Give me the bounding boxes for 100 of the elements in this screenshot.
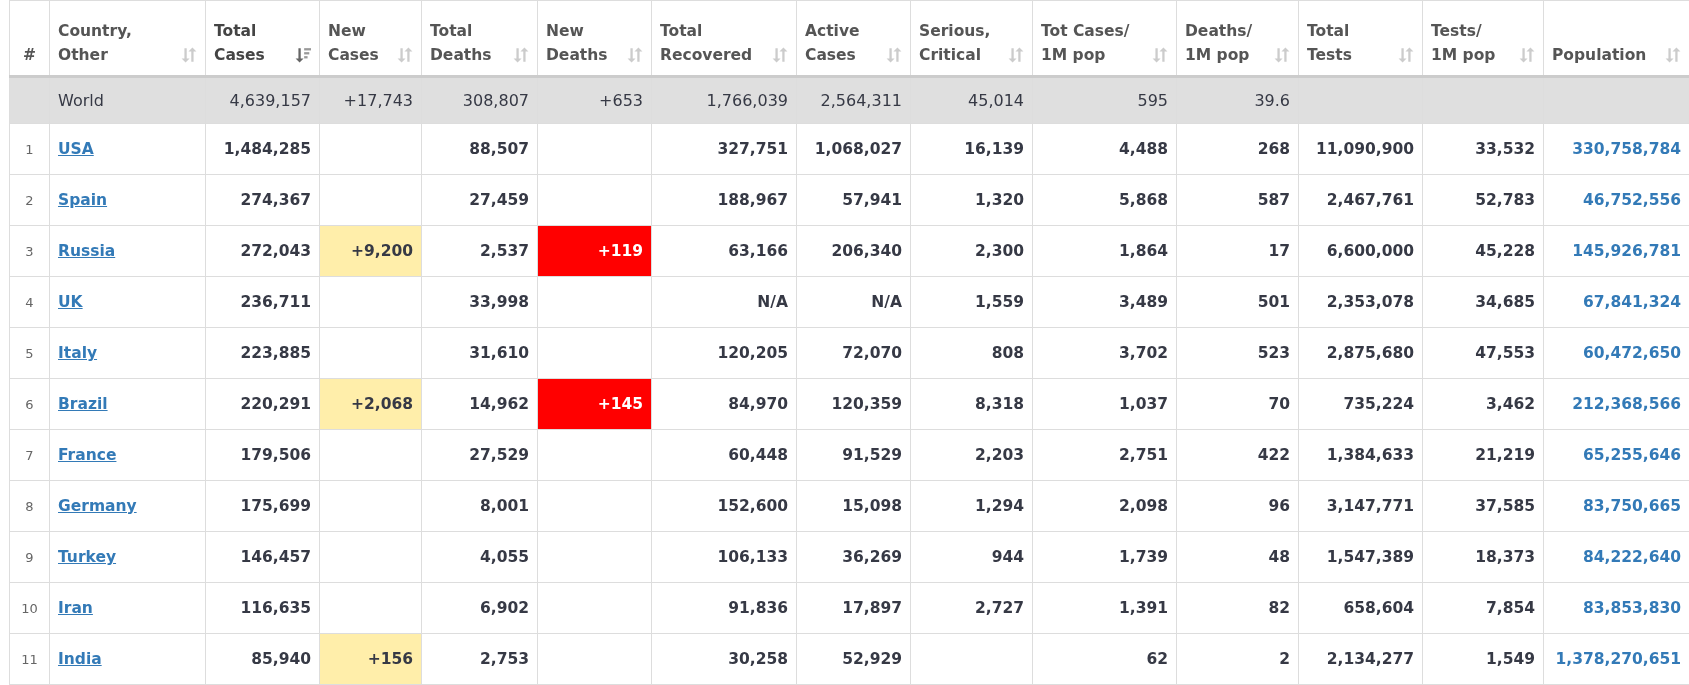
sort-icon[interactable] — [181, 47, 197, 63]
table-cell: 1,549 — [1422, 633, 1544, 685]
sort-icon[interactable] — [627, 47, 643, 63]
table-cell: 106,133 — [651, 531, 797, 583]
column-header: Total Cases — [214, 21, 265, 66]
rank-number: 10 — [9, 582, 50, 634]
table-cell: 220,291 — [205, 378, 320, 430]
table-cell: 39.6 — [1176, 76, 1299, 124]
column-header: Total Tests — [1307, 21, 1352, 66]
rank-number: 9 — [9, 531, 50, 583]
table-cell: 3,489 — [1032, 276, 1177, 328]
table-cell: 1,320 — [910, 174, 1033, 226]
table-cell: 2,467,761 — [1298, 174, 1423, 226]
sort-icon[interactable] — [1398, 47, 1414, 63]
table-cell: 33,998 — [421, 276, 538, 328]
table-cell: 116,635 — [205, 582, 320, 634]
table-cell: 658,604 — [1298, 582, 1423, 634]
table-cell: 8,318 — [910, 378, 1033, 430]
table-cell: 17 — [1176, 225, 1299, 277]
table-cell: 268 — [1176, 123, 1299, 175]
table-cell: 223,885 — [205, 327, 320, 379]
country-link[interactable]: Turkey — [58, 548, 117, 566]
table-cell: 1,391 — [1032, 582, 1177, 634]
table-cell: 52,783 — [1422, 174, 1544, 226]
table-cell: 15,098 — [796, 480, 911, 532]
table-cell: 2,098 — [1032, 480, 1177, 532]
rank-number: 1 — [9, 123, 50, 175]
country-link[interactable]: Iran — [58, 599, 93, 617]
rank-number: 6 — [9, 378, 50, 430]
column-header: New Deaths — [546, 21, 608, 66]
column-header: Tests/ 1M pop — [1431, 21, 1496, 66]
table-cell: 62 — [1032, 633, 1177, 685]
table-cell: 595 — [1032, 76, 1177, 124]
column-header: Deaths/ 1M pop — [1185, 21, 1253, 66]
country-link[interactable]: Spain — [58, 191, 108, 209]
column-header: Total Recovered — [660, 21, 753, 66]
table-cell: 1,294 — [910, 480, 1033, 532]
column-header: # — [23, 45, 36, 66]
rank-number: 5 — [9, 327, 50, 379]
table-cell: 5,868 — [1032, 174, 1177, 226]
table-cell: 31,610 — [421, 327, 538, 379]
column-header: Tot Cases/ 1M pop — [1041, 21, 1130, 66]
column-header: New Cases — [328, 21, 379, 66]
country-link[interactable]: USA — [58, 140, 94, 158]
sort-icon[interactable] — [772, 47, 788, 63]
sort-icon[interactable] — [1519, 47, 1535, 63]
rank-number: 8 — [9, 480, 50, 532]
new-cases-cell: +17,743 — [319, 76, 422, 124]
table-cell: 4,639,157 — [205, 76, 320, 124]
column-header: Country, Other — [58, 21, 132, 66]
new-cases-cell: +9,200 — [319, 225, 422, 277]
table-cell: 206,340 — [796, 225, 911, 277]
rank-number: 4 — [9, 276, 50, 328]
table-cell: 33,532 — [1422, 123, 1544, 175]
table-cell: 96 — [1176, 480, 1299, 532]
table-cell: 1,559 — [910, 276, 1033, 328]
table-cell: 34,685 — [1422, 276, 1544, 328]
country-link[interactable]: Brazil — [58, 395, 108, 413]
new-cases-cell: +156 — [319, 633, 422, 685]
sort-icon[interactable] — [886, 47, 902, 63]
rank-number: 7 — [9, 429, 50, 481]
table-cell: 85,940 — [205, 633, 320, 685]
new-cases-cell: +2,068 — [319, 378, 422, 430]
sort-icon[interactable] — [397, 47, 413, 63]
country-link[interactable]: Italy — [58, 344, 98, 362]
sort-icon[interactable] — [1152, 47, 1168, 63]
table-cell: 27,529 — [421, 429, 538, 481]
table-cell: 587 — [1176, 174, 1299, 226]
table-cell: 45,228 — [1422, 225, 1544, 277]
table-cell: 2,875,680 — [1298, 327, 1423, 379]
table-cell: 2,751 — [1032, 429, 1177, 481]
table-cell: 272,043 — [205, 225, 320, 277]
table-cell: 70 — [1176, 378, 1299, 430]
table-cell: 84,970 — [651, 378, 797, 430]
table-cell: 57,941 — [796, 174, 911, 226]
country-link[interactable]: India — [58, 650, 102, 668]
country-link[interactable]: France — [58, 446, 117, 464]
table-cell: 1,864 — [1032, 225, 1177, 277]
column-header: Serious, Critical — [919, 21, 991, 66]
table-cell: 21,219 — [1422, 429, 1544, 481]
sort-icon[interactable] — [1274, 47, 1290, 63]
table-cell: 2,134,277 — [1298, 633, 1423, 685]
table-cell: N/A — [796, 276, 911, 328]
sort-icon[interactable] — [513, 47, 529, 63]
table-cell: 63,166 — [651, 225, 797, 277]
sort-icon[interactable] — [1008, 47, 1024, 63]
sort-icon[interactable] — [1665, 47, 1681, 63]
sort-descending-icon[interactable] — [295, 47, 311, 63]
table-cell: 735,224 — [1298, 378, 1423, 430]
new-deaths-cell: +145 — [537, 378, 652, 430]
country-link[interactable]: Russia — [58, 242, 116, 260]
table-cell: 1,484,285 — [205, 123, 320, 175]
country-link[interactable]: Germany — [58, 497, 137, 515]
rank-number: 2 — [9, 174, 50, 226]
table-cell: 327,751 — [651, 123, 797, 175]
table-cell: 422 — [1176, 429, 1299, 481]
table-cell: 2 — [1176, 633, 1299, 685]
country-link[interactable]: UK — [58, 293, 83, 311]
table-cell: 523 — [1176, 327, 1299, 379]
rank-number: 3 — [9, 225, 50, 277]
